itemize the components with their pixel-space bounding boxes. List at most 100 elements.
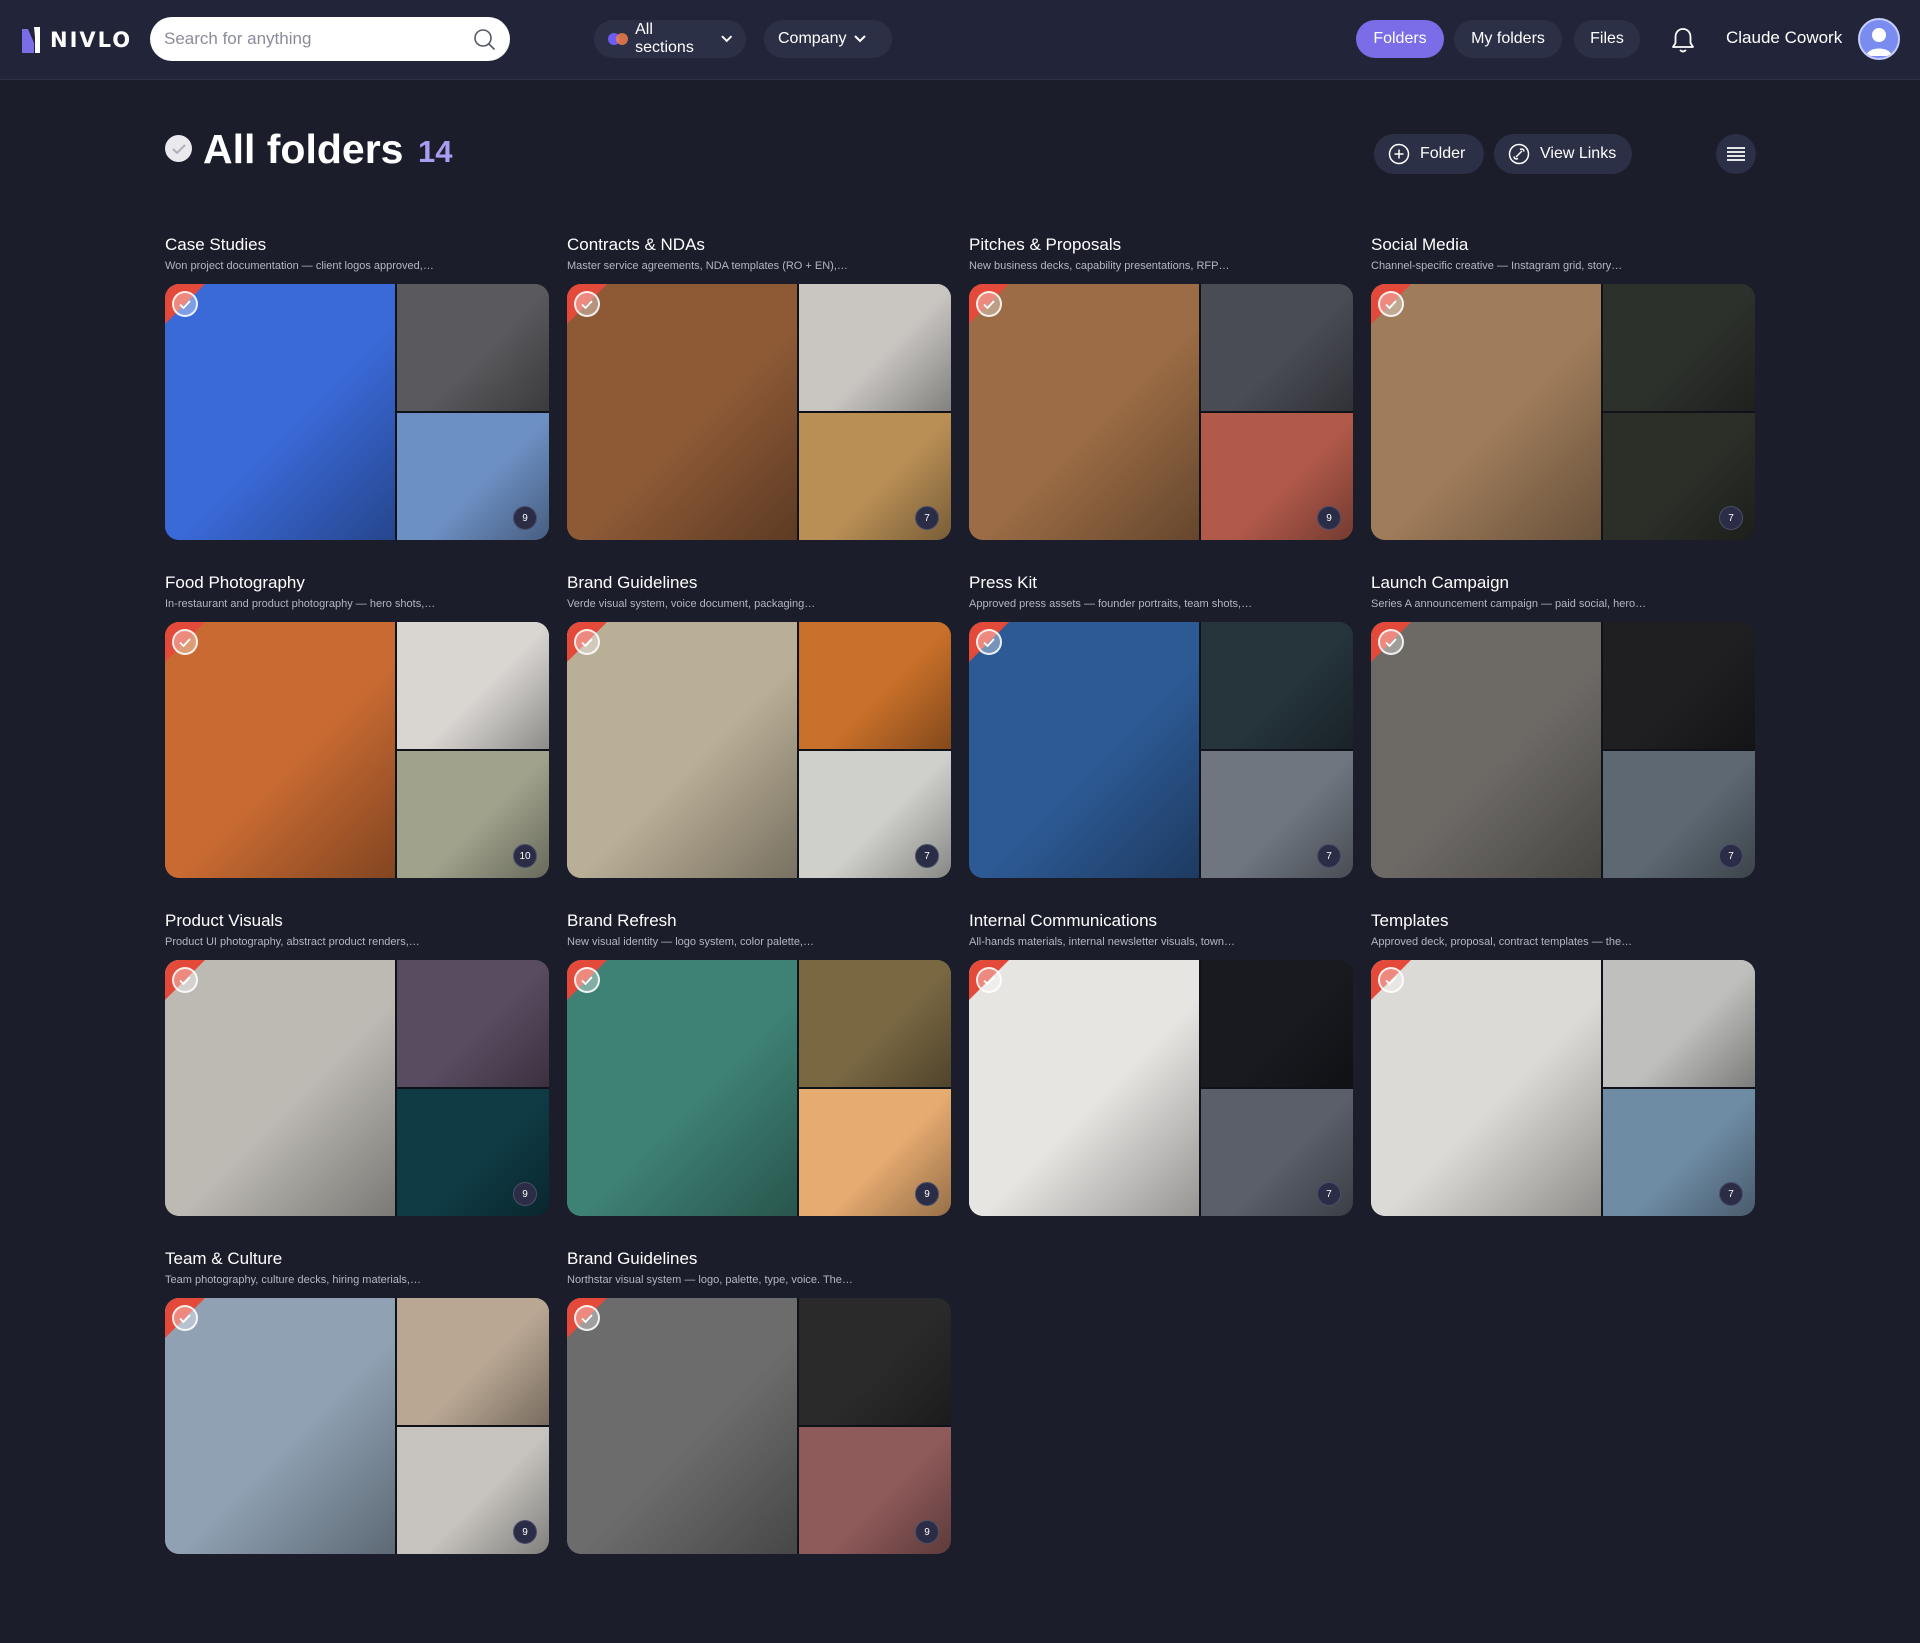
nav-files[interactable]: Files <box>1574 20 1640 58</box>
check-icon <box>581 299 593 309</box>
select-checkbox[interactable] <box>574 291 600 317</box>
folder-card[interactable]: Templates Approved deck, proposal, contra… <box>1371 910 1755 1216</box>
nav-my-folders[interactable]: My folders <box>1454 20 1562 58</box>
select-checkbox[interactable] <box>1378 967 1404 993</box>
folder-thumbnail[interactable]: 7 <box>567 284 951 540</box>
select-checkbox[interactable] <box>1378 629 1404 655</box>
select-checkbox[interactable] <box>172 967 198 993</box>
folder-title[interactable]: Templates <box>1371 910 1755 932</box>
folder-thumbnail[interactable]: 9 <box>567 1298 951 1554</box>
search-input[interactable]: Search for anything <box>150 17 510 61</box>
file-count-badge: 7 <box>1317 844 1341 868</box>
select-checkbox[interactable] <box>574 1305 600 1331</box>
select-checkbox[interactable] <box>172 629 198 655</box>
select-checkbox[interactable] <box>574 629 600 655</box>
folder-title[interactable]: Brand Guidelines <box>567 1248 951 1270</box>
folder-thumbnail[interactable]: 7 <box>567 622 951 878</box>
chevron-down-icon <box>854 35 867 43</box>
folder-card[interactable]: Social Media Channel-specific creative — … <box>1371 234 1755 540</box>
select-checkbox[interactable] <box>172 291 198 317</box>
chevron-down-icon <box>720 35 732 43</box>
folder-card[interactable]: Contracts & NDAs Master service agreement… <box>567 234 951 540</box>
view-links-label: View Links <box>1540 145 1617 162</box>
folder-card[interactable]: Launch Campaign Series A announcement cam… <box>1371 572 1755 878</box>
file-count-badge: 7 <box>915 506 939 530</box>
folder-description: New visual identity — logo system, color… <box>567 936 814 948</box>
folder-thumbnail[interactable]: 7 <box>969 960 1353 1216</box>
folder-title[interactable]: Brand Refresh <box>567 910 951 932</box>
folder-card[interactable]: Team & Culture Team photography, culture … <box>165 1248 549 1554</box>
view-menu-button[interactable] <box>1716 134 1756 174</box>
page-title: All folders <box>203 126 404 172</box>
folder-title[interactable]: Brand Guidelines <box>567 572 951 594</box>
select-checkbox[interactable] <box>1378 291 1404 317</box>
folder-thumbnail[interactable]: 7 <box>1371 284 1755 540</box>
nav-folders[interactable]: Folders <box>1356 20 1444 58</box>
folder-thumbnail[interactable]: 9 <box>165 960 549 1216</box>
check-icon <box>179 299 191 309</box>
folder-thumbnail[interactable]: 9 <box>165 284 549 540</box>
file-count-badge: 7 <box>1719 506 1743 530</box>
add-folder-button[interactable]: Folder <box>1374 134 1484 174</box>
folder-title[interactable]: Contracts & NDAs <box>567 234 951 256</box>
select-checkbox[interactable] <box>976 967 1002 993</box>
folder-title[interactable]: Team & Culture <box>165 1248 549 1270</box>
check-icon <box>179 1313 191 1323</box>
select-checkbox[interactable] <box>976 629 1002 655</box>
link-icon <box>1508 143 1530 165</box>
search-icon[interactable] <box>472 27 496 51</box>
folder-card[interactable]: Brand Refresh New visual identity — logo … <box>567 910 951 1216</box>
folder-card[interactable]: Food Photography In-restaurant and produc… <box>165 572 549 878</box>
folder-card[interactable]: Product Visuals Product UI photography, a… <box>165 910 549 1216</box>
folder-thumbnail[interactable]: 7 <box>1371 622 1755 878</box>
folder-thumbnail[interactable]: 9 <box>165 1298 549 1554</box>
file-count-badge: 9 <box>513 1182 537 1206</box>
folder-title[interactable]: Pitches & Proposals <box>969 234 1353 256</box>
folder-card[interactable]: Case Studies Won project documentation — … <box>165 234 549 540</box>
folder-card[interactable]: Brand Guidelines Verde visual system, voi… <box>567 572 951 878</box>
thumbnail-top-image <box>1603 960 1755 1087</box>
thumbnail-top-image <box>1201 284 1353 411</box>
folder-title[interactable]: Food Photography <box>165 572 549 594</box>
sections-dot-icon <box>608 33 629 45</box>
top-bar: NIVLO Search for anything All sections C… <box>0 0 1920 80</box>
folder-card[interactable]: Brand Guidelines Northstar visual system … <box>567 1248 951 1554</box>
bell-icon[interactable] <box>1670 26 1696 54</box>
select-checkbox[interactable] <box>976 291 1002 317</box>
folder-title[interactable]: Launch Campaign <box>1371 572 1755 594</box>
thumbnail-top-image <box>397 284 549 411</box>
folder-description: Series A announcement campaign — paid so… <box>1371 598 1647 610</box>
thumbnail-top-image <box>799 622 951 749</box>
file-count-badge: 9 <box>1317 506 1341 530</box>
select-all-checkbox[interactable] <box>165 135 192 162</box>
thumbnail-top-image <box>799 960 951 1087</box>
avatar[interactable] <box>1858 18 1900 60</box>
check-icon <box>983 637 995 647</box>
folder-thumbnail[interactable]: 9 <box>969 284 1353 540</box>
folder-card[interactable]: Press Kit Approved press assets — founder… <box>969 572 1353 878</box>
view-links-button[interactable]: View Links <box>1494 134 1632 174</box>
folder-thumbnail[interactable]: 7 <box>1371 960 1755 1216</box>
folder-card[interactable]: Pitches & Proposals New business decks, c… <box>969 234 1353 540</box>
folder-thumbnail[interactable]: 10 <box>165 622 549 878</box>
folder-thumbnail[interactable]: 9 <box>567 960 951 1216</box>
folder-title[interactable]: Product Visuals <box>165 910 549 932</box>
folder-title[interactable]: Social Media <box>1371 234 1755 256</box>
sections-label: All sections <box>635 21 694 56</box>
folder-title[interactable]: Press Kit <box>969 572 1353 594</box>
folder-thumbnail[interactable]: 7 <box>969 622 1353 878</box>
folder-title[interactable]: Case Studies <box>165 234 549 256</box>
user-name[interactable]: Claude Cowork <box>1726 28 1842 48</box>
select-checkbox[interactable] <box>172 1305 198 1331</box>
folder-count: 14 <box>418 134 453 169</box>
check-icon <box>171 143 186 154</box>
brand-logo[interactable]: NIVLO <box>20 24 132 56</box>
folder-description: Verde visual system, voice document, pac… <box>567 598 816 610</box>
folder-title[interactable]: Internal Communications <box>969 910 1353 932</box>
thumbnail-top-image <box>1201 960 1353 1087</box>
company-dropdown[interactable]: Company <box>764 20 892 58</box>
folder-description: Won project documentation — client logos… <box>165 260 434 272</box>
select-checkbox[interactable] <box>574 967 600 993</box>
sections-dropdown[interactable]: All sections <box>594 20 746 58</box>
folder-card[interactable]: Internal Communications All-hands materia… <box>969 910 1353 1216</box>
